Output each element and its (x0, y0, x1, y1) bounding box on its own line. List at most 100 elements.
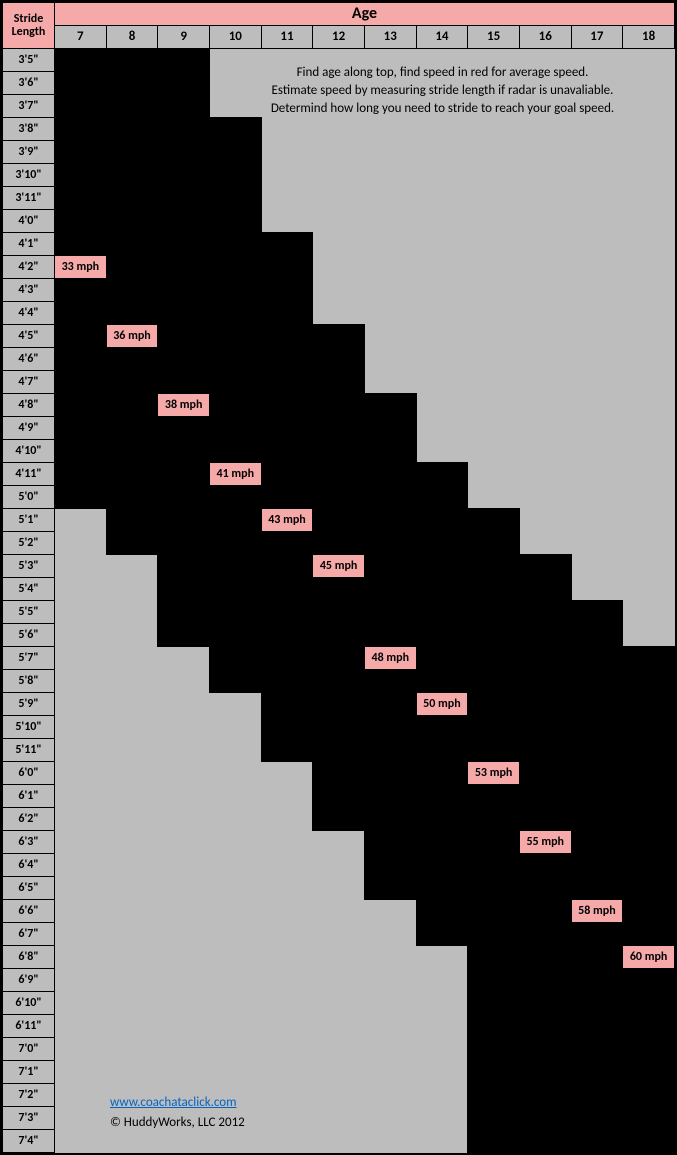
empty-cell (416, 440, 468, 463)
data-cell (468, 877, 520, 900)
empty-cell (416, 279, 468, 302)
avg-speed-cell: 48 mph (364, 647, 416, 670)
data-cell (571, 877, 623, 900)
empty-cell (364, 1107, 416, 1130)
data-cell (313, 440, 365, 463)
data-cell (623, 1107, 675, 1130)
empty-cell (158, 762, 210, 785)
age-col-14: 14 (416, 26, 468, 49)
data-cell (209, 417, 261, 440)
empty-cell (519, 486, 571, 509)
empty-cell (55, 601, 107, 624)
empty-cell (313, 877, 365, 900)
data-cell (106, 394, 158, 417)
empty-cell (261, 164, 313, 187)
footer-link[interactable]: www.coachataclick.com (110, 1095, 237, 1110)
data-cell (106, 440, 158, 463)
data-cell (106, 463, 158, 486)
data-cell (364, 831, 416, 854)
empty-cell (209, 95, 261, 118)
stride-label: 5'2" (3, 532, 55, 555)
data-cell (519, 1084, 571, 1107)
empty-cell (261, 187, 313, 210)
empty-cell (313, 969, 365, 992)
avg-speed-cell: 60 mph (623, 946, 675, 969)
empty-cell (416, 1107, 468, 1130)
data-cell (571, 1038, 623, 1061)
data-cell (468, 739, 520, 762)
data-cell (571, 1107, 623, 1130)
stride-label: 7'0" (3, 1038, 55, 1061)
data-cell (519, 693, 571, 716)
empty-cell (158, 808, 210, 831)
empty-cell (468, 440, 520, 463)
empty-cell (209, 739, 261, 762)
data-cell (106, 532, 158, 555)
empty-cell (106, 923, 158, 946)
data-cell (313, 486, 365, 509)
empty-cell (313, 854, 365, 877)
empty-cell (623, 532, 675, 555)
data-cell (364, 578, 416, 601)
empty-cell (313, 95, 365, 118)
data-cell (313, 624, 365, 647)
empty-cell (468, 279, 520, 302)
empty-cell (313, 831, 365, 854)
data-cell (313, 394, 365, 417)
empty-cell (416, 118, 468, 141)
data-cell (261, 325, 313, 348)
data-cell (158, 486, 210, 509)
empty-cell (519, 95, 571, 118)
empty-cell (209, 923, 261, 946)
empty-cell (468, 164, 520, 187)
empty-cell (416, 325, 468, 348)
empty-cell (416, 1015, 468, 1038)
empty-cell (261, 72, 313, 95)
data-cell (158, 578, 210, 601)
data-cell (209, 647, 261, 670)
data-cell (468, 923, 520, 946)
age-col-15: 15 (468, 26, 520, 49)
empty-cell (519, 348, 571, 371)
data-cell (519, 1015, 571, 1038)
data-cell (364, 808, 416, 831)
data-cell (261, 670, 313, 693)
data-cell (158, 440, 210, 463)
empty-cell (623, 49, 675, 72)
empty-cell (571, 279, 623, 302)
empty-cell (364, 1015, 416, 1038)
empty-cell (313, 1061, 365, 1084)
data-cell (209, 440, 261, 463)
empty-cell (106, 785, 158, 808)
empty-cell (158, 923, 210, 946)
empty-cell (158, 992, 210, 1015)
empty-cell (261, 854, 313, 877)
data-cell (571, 647, 623, 670)
data-cell (364, 486, 416, 509)
empty-cell (468, 348, 520, 371)
data-cell (158, 348, 210, 371)
data-cell (416, 785, 468, 808)
data-cell (261, 256, 313, 279)
empty-cell (364, 95, 416, 118)
data-cell (209, 302, 261, 325)
stride-label: 5'4" (3, 578, 55, 601)
empty-cell (313, 900, 365, 923)
empty-cell (209, 854, 261, 877)
empty-cell (55, 693, 107, 716)
data-cell (468, 716, 520, 739)
empty-cell (158, 739, 210, 762)
empty-cell (364, 900, 416, 923)
data-cell (364, 739, 416, 762)
data-cell (364, 601, 416, 624)
data-cell (261, 647, 313, 670)
empty-cell (261, 210, 313, 233)
data-cell (416, 831, 468, 854)
data-cell (313, 716, 365, 739)
data-cell (364, 854, 416, 877)
data-cell (55, 325, 107, 348)
stride-label: 4'7" (3, 371, 55, 394)
empty-cell (55, 1015, 107, 1038)
data-cell (364, 716, 416, 739)
data-cell (55, 486, 107, 509)
